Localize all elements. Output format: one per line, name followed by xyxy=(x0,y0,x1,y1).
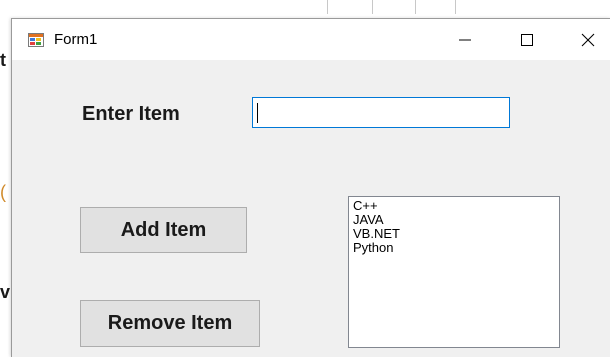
list-item[interactable]: JAVA xyxy=(353,213,555,227)
text-caret xyxy=(257,103,258,123)
toolbar-separator xyxy=(372,0,373,14)
toolbar-separator xyxy=(455,0,456,14)
form1-window: Form1 Enter Item Add Item Remove Item C+… xyxy=(11,18,610,357)
background-app-toolbar xyxy=(0,0,610,18)
minimize-button[interactable] xyxy=(442,19,488,60)
list-item[interactable]: VB.NET xyxy=(353,227,555,241)
title-bar[interactable]: Form1 xyxy=(12,19,610,60)
form-app-icon xyxy=(28,33,44,47)
background-text-fragment: ( xyxy=(0,182,6,202)
list-item[interactable]: Python xyxy=(353,241,555,255)
window-title: Form1 xyxy=(54,31,98,48)
items-listbox[interactable]: C++ JAVA VB.NET Python xyxy=(348,196,560,348)
list-item[interactable]: C++ xyxy=(353,199,555,213)
toolbar-separator xyxy=(415,0,416,14)
background-text-fragment: t xyxy=(0,50,6,70)
maximize-button[interactable] xyxy=(504,19,550,60)
item-input[interactable] xyxy=(252,97,510,128)
remove-item-button[interactable]: Remove Item xyxy=(80,300,260,347)
add-item-button[interactable]: Add Item xyxy=(80,207,247,253)
enter-item-label: Enter Item xyxy=(82,103,180,125)
close-icon xyxy=(581,33,595,46)
minimize-icon xyxy=(459,39,471,40)
close-button[interactable] xyxy=(565,19,610,60)
toolbar-separator xyxy=(327,0,328,14)
maximize-icon xyxy=(521,33,533,46)
background-text-fragment: v xyxy=(0,282,10,302)
